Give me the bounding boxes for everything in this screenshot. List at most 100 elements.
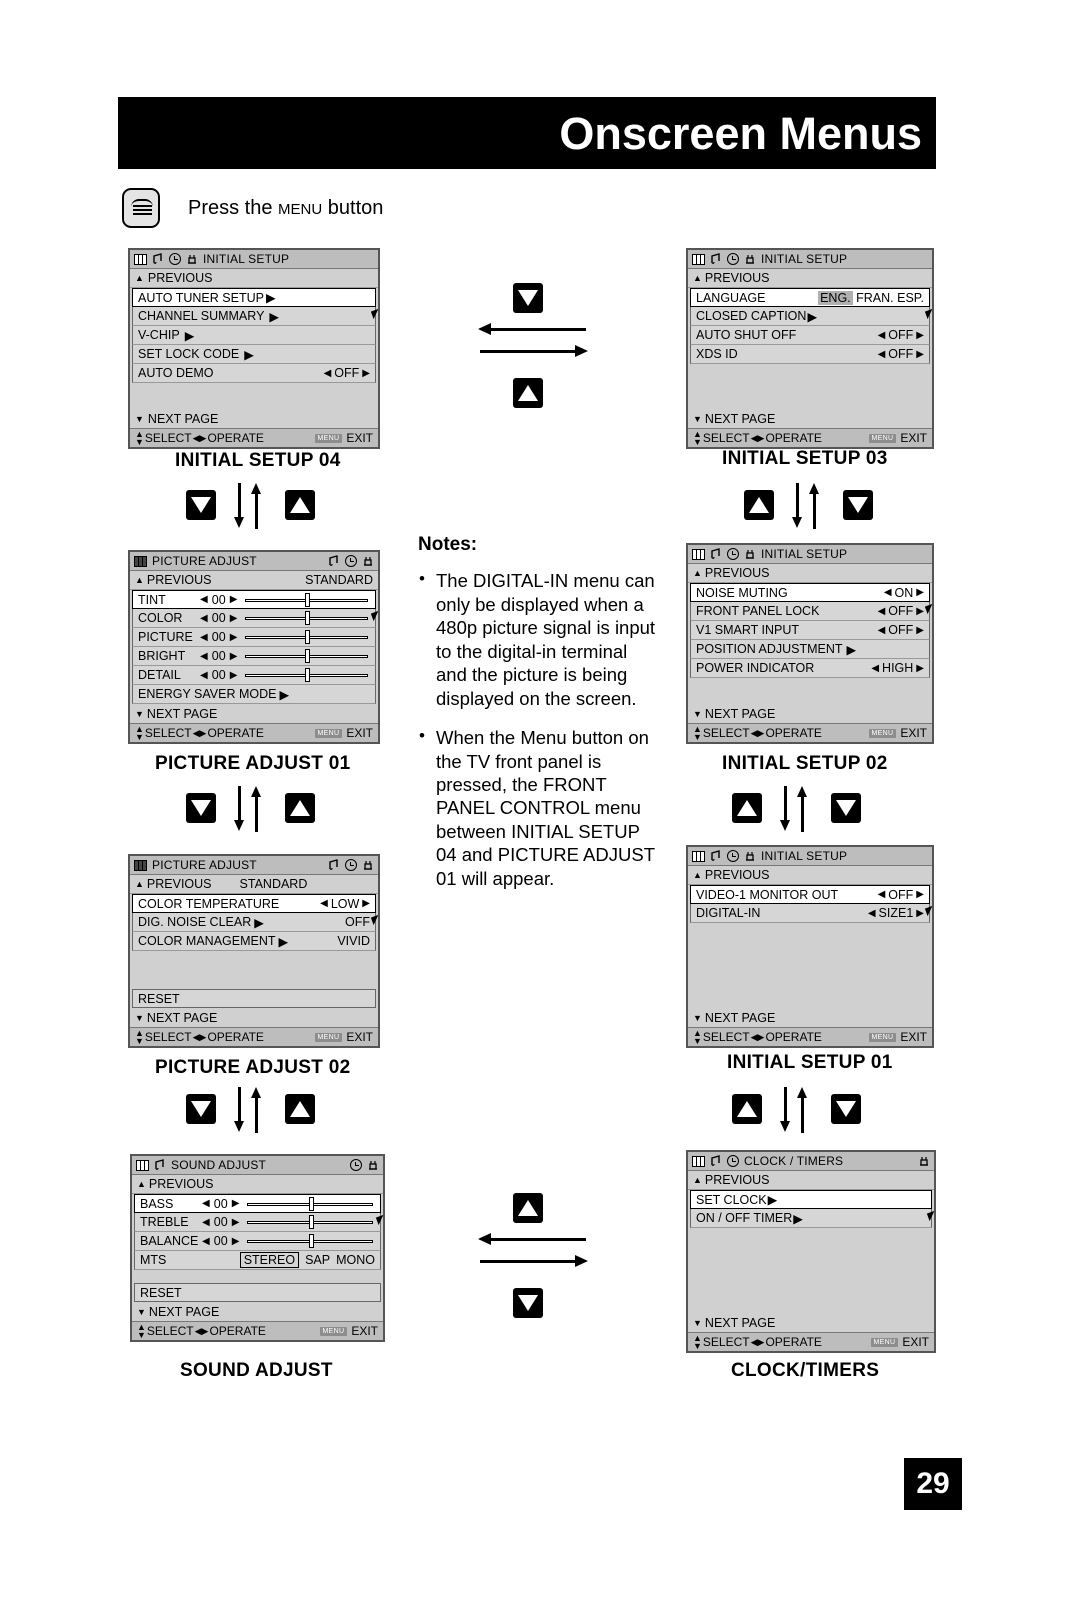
row-value-stepper[interactable]: ◀ OFF ▶ — [324, 366, 370, 380]
right-caret-icon[interactable]: ▶ — [230, 651, 238, 662]
row-picture[interactable]: PICTURE ◀ 00 ▶ — [132, 628, 376, 647]
row-previous[interactable]: ▲ PREVIOUS — [688, 866, 932, 885]
panel-picture-adjust-02[interactable]: PICTURE ADJUST ▲ PREVIOUS STANDARD COLOR… — [128, 854, 382, 1048]
right-caret-icon[interactable]: ▶ — [362, 898, 370, 909]
right-caret-icon[interactable]: ▶ — [362, 368, 370, 379]
row-auto-tuner-setup[interactable]: AUTO TUNER SETUP ▶ — [132, 288, 376, 307]
row-color[interactable]: COLOR ◀ 00 ▶ — [132, 609, 376, 628]
row-value-stepper[interactable]: ◀ OFF ▶ — [878, 347, 924, 361]
row-reset[interactable]: RESET — [134, 1283, 381, 1302]
slider-knob[interactable] — [308, 1215, 314, 1229]
right-caret-icon[interactable]: ▶ — [916, 889, 924, 900]
row-dig-noise-clear[interactable]: DIG. NOISE CLEAR ▶ OFF — [132, 913, 376, 932]
panel-sound-adjust[interactable]: SOUND ADJUST ▲ PREVIOUS BASS ◀ 00 ▶ TREB… — [130, 1154, 387, 1342]
right-caret-icon[interactable]: ▶ — [230, 613, 238, 624]
footer-exit-group[interactable]: MENU EXIT — [314, 431, 373, 445]
row-previous[interactable]: ▲ PREVIOUS — [688, 564, 932, 583]
row-value-stepper[interactable]: ◀ 00 ▶ — [202, 1197, 239, 1211]
row-value-stepper[interactable]: ◀ OFF ▶ — [878, 604, 924, 618]
mts-option[interactable]: SAP — [305, 1253, 330, 1267]
row-previous[interactable]: ▲ PREVIOUS STANDARD — [130, 571, 378, 590]
left-caret-icon[interactable]: ◀ — [200, 670, 208, 681]
row-value-stepper[interactable]: ◀ OFF ▶ — [878, 623, 924, 637]
row-next-page[interactable]: ▼ NEXT PAGE — [688, 1313, 934, 1332]
left-caret-icon[interactable]: ◀ — [200, 632, 208, 643]
left-caret-icon[interactable]: ◀ — [324, 368, 332, 379]
slider-knob[interactable] — [305, 630, 311, 644]
row-balance[interactable]: BALANCE ◀ 00 ▶ — [134, 1232, 381, 1251]
row-value-stepper[interactable]: ◀ 00 ▶ — [202, 1234, 239, 1248]
left-caret-icon[interactable]: ◀ — [878, 625, 886, 636]
row-set-lock-code[interactable]: SET LOCK CODE ▶ — [132, 345, 376, 364]
right-caret-icon[interactable]: ▶ — [232, 1236, 240, 1247]
slider-knob[interactable] — [305, 611, 311, 625]
row-value-stepper[interactable]: ◀ 00 ▶ — [200, 668, 237, 682]
row-power-indicator[interactable]: POWER INDICATOR ◀ HIGH ▶ — [690, 659, 930, 678]
footer-exit-group[interactable]: MENU EXIT — [319, 1324, 378, 1338]
left-caret-icon[interactable]: ◀ — [202, 1198, 210, 1209]
row-auto-demo[interactable]: AUTO DEMO ◀ OFF ▶ — [132, 364, 376, 383]
mts-option-selected[interactable]: STEREO — [239, 1252, 300, 1268]
right-caret-icon[interactable]: ▶ — [230, 670, 238, 681]
left-caret-icon[interactable]: ◀ — [200, 594, 208, 605]
row-color-management[interactable]: COLOR MANAGEMENT ▶ VIVID — [132, 932, 376, 951]
right-caret-icon[interactable]: ▶ — [230, 594, 238, 605]
row-reset[interactable]: RESET — [132, 989, 376, 1008]
row-next-page[interactable]: ▼ NEXT PAGE — [130, 409, 378, 428]
slider-track[interactable] — [247, 1234, 375, 1248]
footer-exit-group[interactable]: MENU EXIT — [870, 1335, 929, 1349]
row-noise-muting[interactable]: NOISE MUTING ◀ ON ▶ — [690, 583, 930, 602]
panel-clock-timers[interactable]: CLOCK / TIMERS ▲ PREVIOUS SET CLOCK ▶ ON… — [686, 1150, 938, 1353]
row-next-page[interactable]: ▼ NEXT PAGE — [688, 704, 932, 723]
mts-options[interactable]: STEREO SAP MONO — [239, 1252, 375, 1268]
left-caret-icon[interactable]: ◀ — [202, 1236, 210, 1247]
row-value-stepper[interactable]: ◀ 00 ▶ — [200, 630, 237, 644]
right-caret-icon[interactable]: ▶ — [232, 1217, 240, 1228]
row-color-temperature[interactable]: COLOR TEMPERATURE ◀ LOW ▶ — [132, 894, 376, 913]
slider-knob[interactable] — [305, 649, 311, 663]
row-previous[interactable]: ▲ PREVIOUS — [688, 269, 932, 288]
row-previous[interactable]: ▲ PREVIOUS STANDARD — [130, 875, 378, 894]
row-value-stepper[interactable]: ◀ LOW ▶ — [320, 897, 370, 911]
panel-initial-setup-02[interactable]: INITIAL SETUP ▲ PREVIOUS NOISE MUTING ◀ … — [686, 543, 936, 744]
left-caret-icon[interactable]: ◀ — [878, 349, 886, 360]
row-mts[interactable]: MTS STEREO SAP MONO — [134, 1251, 381, 1270]
left-caret-icon[interactable]: ◀ — [871, 663, 879, 674]
right-caret-icon[interactable]: ▶ — [916, 330, 924, 341]
slider-track[interactable] — [245, 592, 370, 607]
footer-exit-group[interactable]: MENU EXIT — [868, 1030, 927, 1044]
row-treble[interactable]: TREBLE ◀ 00 ▶ — [134, 1213, 381, 1232]
left-caret-icon[interactable]: ◀ — [878, 330, 886, 341]
row-on-off-timer[interactable]: ON / OFF TIMER ▶ — [690, 1209, 932, 1228]
left-caret-icon[interactable]: ◀ — [200, 613, 208, 624]
row-next-page[interactable]: ▼ NEXT PAGE — [132, 1302, 383, 1321]
row-digital-in[interactable]: DIGITAL-IN ◀ SIZE1 ▶ — [690, 904, 930, 923]
slider-track[interactable] — [245, 630, 370, 644]
slider-knob[interactable] — [308, 1234, 314, 1248]
footer-exit-group[interactable]: MENU EXIT — [314, 1030, 373, 1044]
right-caret-icon[interactable]: ▶ — [916, 606, 924, 617]
row-value-stepper[interactable]: ◀ OFF ▶ — [878, 328, 924, 342]
right-caret-icon[interactable]: ▶ — [916, 625, 924, 636]
row-closed-caption[interactable]: CLOSED CAPTION ▶ — [690, 307, 930, 326]
row-language[interactable]: LANGUAGE ENG. FRAN. ESP. — [690, 288, 930, 307]
row-next-page[interactable]: ▼ NEXT PAGE — [130, 1008, 378, 1027]
row-value-stepper[interactable]: ◀ ON ▶ — [884, 586, 924, 600]
slider-track[interactable] — [247, 1196, 375, 1211]
panel-initial-setup-03[interactable]: INITIAL SETUP ▲ PREVIOUS LANGUAGE ENG. F… — [686, 248, 936, 449]
slider-knob[interactable] — [305, 592, 311, 607]
row-value-stepper[interactable]: ◀ OFF ▶ — [878, 888, 924, 902]
row-value-stepper[interactable]: ◀ SIZE1 ▶ — [868, 906, 924, 920]
row-bright[interactable]: BRIGHT ◀ 00 ▶ — [132, 647, 376, 666]
row-v1-smart-input[interactable]: V1 SMART INPUT ◀ OFF ▶ — [690, 621, 930, 640]
left-caret-icon[interactable]: ◀ — [320, 898, 328, 909]
row-value-stepper[interactable]: ◀ HIGH ▶ — [871, 661, 924, 675]
row-value-stepper[interactable]: ◀ 00 ▶ — [202, 1215, 239, 1229]
slider-track[interactable] — [245, 611, 370, 625]
row-video-1-monitor-out[interactable]: VIDEO-1 MONITOR OUT ◀ OFF ▶ — [690, 885, 930, 904]
slider-track[interactable] — [245, 649, 370, 663]
right-caret-icon[interactable]: ▶ — [916, 587, 924, 598]
right-caret-icon[interactable]: ▶ — [916, 908, 924, 919]
row-set-clock[interactable]: SET CLOCK ▶ — [690, 1190, 932, 1209]
right-caret-icon[interactable]: ▶ — [232, 1198, 240, 1209]
